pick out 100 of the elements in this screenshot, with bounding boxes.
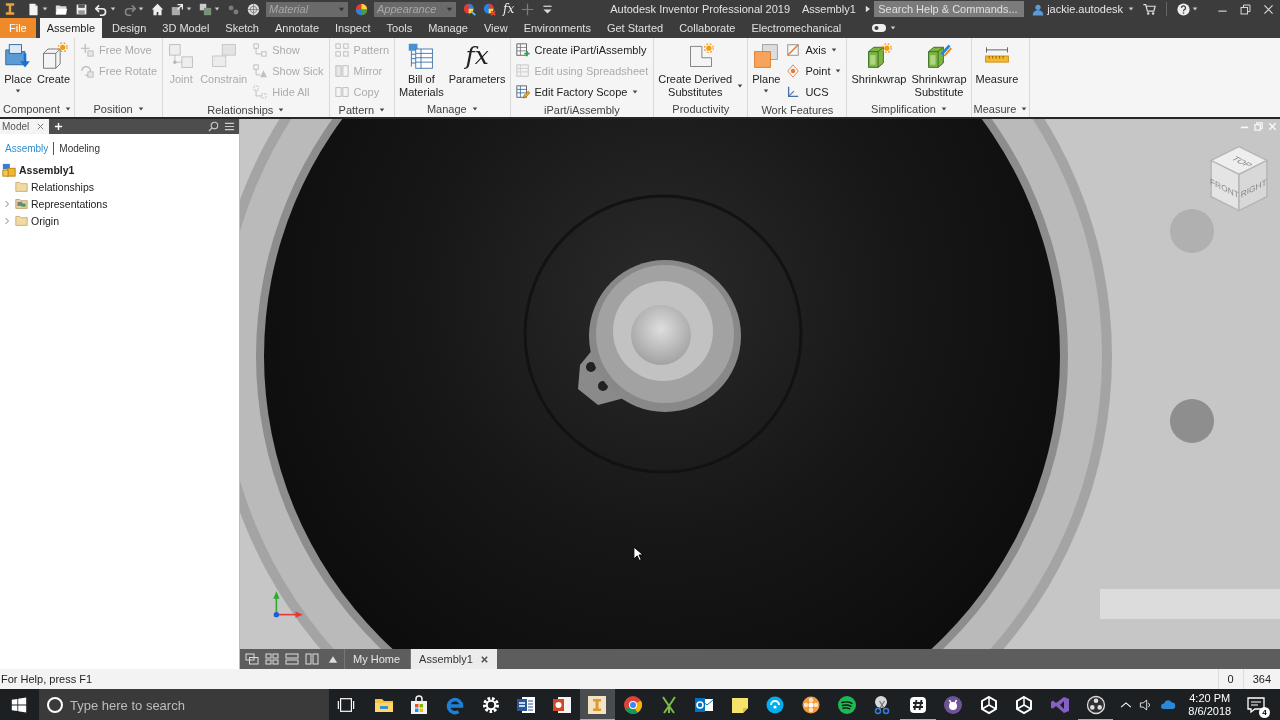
caret-icon <box>338 5 345 13</box>
caret-icon[interactable] <box>890 25 897 31</box>
ribbon-tab[interactable]: Annotate <box>267 18 328 38</box>
ucs-button[interactable]: UCS <box>783 81 845 102</box>
open-button[interactable] <box>55 2 68 16</box>
save-icon <box>75 2 88 16</box>
help-icon[interactable] <box>1177 2 1190 16</box>
ribbon-logo-icon <box>1050 695 1071 715</box>
ribbon-tab[interactable]: Manage <box>420 18 476 38</box>
panel-menu-button[interactable]: Measure <box>973 102 1028 115</box>
ribbon-tab[interactable]: Collaborate <box>671 18 744 38</box>
close-icon[interactable] <box>1262 2 1275 16</box>
browser-tab[interactable]: Model <box>0 119 50 134</box>
triangle-up-icon[interactable] <box>328 654 338 664</box>
toolbar-button[interactable] <box>199 2 220 16</box>
panel-title: Productivity <box>672 102 730 115</box>
redo-icon <box>123 2 136 16</box>
folder-arrow-icon <box>4 42 32 70</box>
horizontal-split-icon[interactable] <box>285 653 299 665</box>
clock-date[interactable]: 8/6/2018 <box>1188 705 1232 718</box>
panel-menu-button[interactable]: Manage <box>426 102 478 115</box>
document-tile-icon <box>516 695 537 715</box>
notification-icon[interactable] <box>1246 695 1266 715</box>
linked-squares-icon <box>253 42 268 57</box>
blocks-arrow-icon <box>925 42 953 70</box>
sticky-note-icon <box>729 695 750 715</box>
toolbar-button[interactable] <box>171 2 192 16</box>
squares-tick-icon <box>199 2 212 16</box>
start-icon[interactable] <box>11 697 27 713</box>
tree-item[interactable]: Relationships <box>31 180 95 193</box>
create-button[interactable]: Create <box>35 38 73 86</box>
toggle-switch-icon[interactable] <box>871 22 888 34</box>
restore-icon[interactable] <box>1239 2 1252 16</box>
save-button[interactable] <box>75 2 88 16</box>
document-tab[interactable]: Assembly1 <box>410 649 497 669</box>
representations-folder-icon <box>15 197 28 210</box>
color-sphere-cross-icon[interactable] <box>483 2 496 16</box>
panel-menu-button[interactable]: Position <box>93 102 144 115</box>
menu-icon[interactable] <box>224 121 235 132</box>
clock-time[interactable]: 4:20 PM <box>1189 692 1231 705</box>
browser-mode-link[interactable]: Modeling <box>54 141 105 155</box>
rotate-arrow-icon <box>80 63 95 78</box>
tile-windows-icon[interactable] <box>265 653 279 665</box>
axis-triad-icon <box>270 589 304 619</box>
task-view-icon[interactable] <box>337 696 355 714</box>
panel-menu-button[interactable]: Relationships <box>207 103 285 116</box>
triangle-right-icon[interactable] <box>865 5 871 13</box>
table-pencil-icon <box>515 84 530 99</box>
color-wheel-icon[interactable] <box>355 2 368 16</box>
create-ipart-button[interactable]: Create iPart/iAssembly <box>512 39 652 60</box>
plane-button[interactable]: Plane <box>750 38 783 94</box>
ribbon-tab[interactable]: Sketch <box>217 18 267 38</box>
color-sphere-brush-icon[interactable] <box>463 2 476 16</box>
create-derived-substitutes-button[interactable]: Create Derived Substitutes <box>656 38 746 99</box>
toolbar-button[interactable] <box>247 2 260 16</box>
caret-icon[interactable] <box>1192 6 1198 12</box>
new-button[interactable] <box>27 2 48 16</box>
close-icon[interactable] <box>479 654 489 664</box>
panel-menu-button[interactable]: Component <box>3 102 71 115</box>
shrinkwrap-substitute-button[interactable]: Shrinkwrap Substitute <box>909 38 969 99</box>
home-icon <box>151 2 164 16</box>
parameters-button[interactable]: fx Parameters <box>446 38 508 86</box>
bill-of-materials-button[interactable]: Bill of Materials <box>397 38 446 99</box>
ribbon-tab[interactable]: Assemble <box>39 18 103 38</box>
ribbon-tab[interactable]: Get Started <box>598 18 672 38</box>
panel-menu-button[interactable]: Simplification <box>871 102 947 115</box>
home-button[interactable] <box>151 2 164 16</box>
browser-mode-link[interactable]: Assembly <box>5 141 55 155</box>
taskbar-search-field[interactable]: Type here to search <box>39 689 329 720</box>
help-search-field[interactable]: Search Help & Commands... <box>874 1 1025 17</box>
place-button[interactable]: Place <box>2 38 34 94</box>
close-icon[interactable] <box>36 122 46 131</box>
ribbon-tab[interactable]: View <box>475 18 516 38</box>
search-icon[interactable] <box>208 121 219 132</box>
undo-icon <box>95 2 108 16</box>
ribbon-tab[interactable]: Electromechanical <box>743 18 850 38</box>
measure-button[interactable]: Measure <box>973 38 1021 86</box>
tree-item[interactable]: Assembly1 <box>19 163 75 176</box>
fx-glyph-icon[interactable]: fx <box>503 2 515 16</box>
ribbon-tab[interactable]: 3D Model <box>154 18 218 38</box>
user-menu-button[interactable]: jackie.autodesk <box>1032 2 1134 16</box>
vertical-split-icon[interactable] <box>305 653 319 665</box>
axis-button[interactable]: Axis <box>783 39 845 60</box>
joint-icon <box>167 42 196 70</box>
ribbon-tab[interactable]: Design <box>104 18 155 38</box>
slides-tile-icon <box>551 695 572 715</box>
taskbar-app-button[interactable] <box>579 689 616 720</box>
ribbon-tab[interactable]: Inspect <box>327 18 379 38</box>
tree-item[interactable]: Origin <box>31 214 59 227</box>
panel-menu-button[interactable]: Pattern <box>338 103 386 116</box>
tree-item[interactable]: Representations <box>31 197 108 210</box>
cascade-windows-icon[interactable] <box>245 653 259 665</box>
ribbon-tab[interactable]: Environments <box>515 18 599 38</box>
ribbon-tab[interactable]: Tools <box>378 18 421 38</box>
shrinkwrap-button[interactable]: Shrinkwrap <box>849 38 909 86</box>
cart-icon[interactable] <box>1142 2 1156 16</box>
undo-button[interactable] <box>95 2 116 16</box>
table-icon <box>407 42 436 70</box>
edit-factory-scope-button[interactable]: Edit Factory Scope <box>512 81 652 102</box>
point-button[interactable]: Point <box>783 60 845 81</box>
